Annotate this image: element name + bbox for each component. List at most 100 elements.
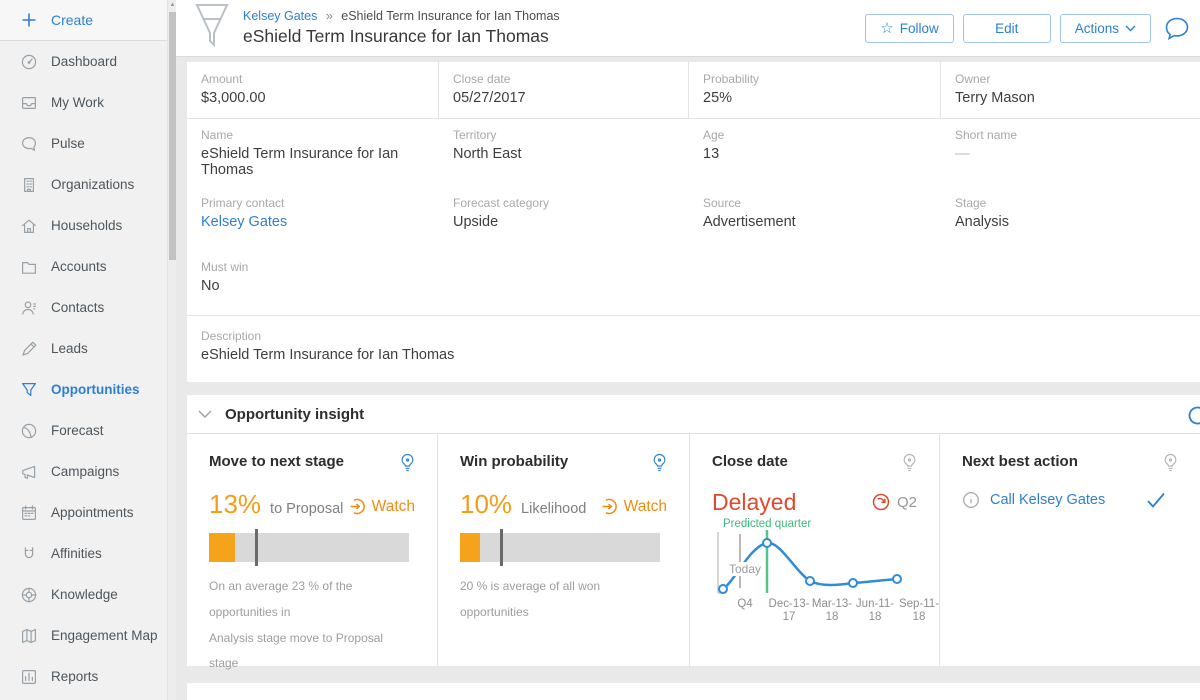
sidebar-item-contacts[interactable]: Contacts — [0, 287, 176, 328]
sidebar-item-label: Dashboard — [51, 54, 117, 69]
field-label: Name — [201, 128, 425, 142]
sidebar-item-households[interactable]: Households — [0, 205, 176, 246]
sidebar-item-organizations[interactable]: Organizations — [0, 164, 176, 205]
check-icon[interactable] — [1146, 492, 1166, 508]
field-source: SourceAdvertisement — [689, 187, 941, 239]
opportunities-icon — [20, 381, 38, 399]
sidebar-item-label: Forecast — [51, 423, 104, 438]
sidebar-item-forecast[interactable]: Forecast — [0, 410, 176, 451]
tab-leads[interactable]: Leads — [451, 683, 492, 700]
tab-sales-team[interactable]: Sales team — [726, 683, 798, 700]
field-short-name: Short name— — [941, 119, 1200, 187]
field-primary-contact: Primary contactKelsey Gates — [187, 187, 439, 239]
win-caption: 20 % is average of all won opportunities — [460, 574, 667, 626]
sidebar-item-reports[interactable]: Reports — [0, 656, 176, 697]
field-label: Age — [703, 128, 927, 142]
sidebar-item-appointments[interactable]: Appointments — [0, 492, 176, 533]
tab-close-plans[interactable]: Close plans — [519, 683, 594, 700]
lightbulb-icon[interactable] — [400, 453, 415, 478]
sidebar-item-knowledge[interactable]: Knowledge — [0, 574, 176, 615]
win-probability-label: Likelihood — [521, 501, 586, 517]
insight-title: Opportunity insight — [225, 406, 364, 423]
info-icon[interactable] — [962, 491, 980, 509]
field-value: 13 — [703, 146, 927, 162]
plus-icon — [20, 11, 38, 29]
card-title: Close date — [712, 453, 788, 470]
field-value: eShield Term Insurance for Ian Thomas — [201, 347, 1186, 363]
tab-contacts[interactable]: Contacts — [282, 683, 339, 700]
sidebar-item-accounts[interactable]: Accounts — [0, 246, 176, 287]
sidebar-item-my-work[interactable]: My Work — [0, 82, 176, 123]
sidebar-item-label: Households — [51, 218, 122, 233]
tab-attachments[interactable]: Attachments — [620, 683, 699, 700]
field-value[interactable]: Kelsey Gates — [201, 214, 425, 230]
lightbulb-icon[interactable] — [1163, 453, 1178, 478]
actions-button[interactable]: Actions — [1060, 14, 1151, 43]
tab-details[interactable]: Details — [210, 683, 255, 700]
field-row: Amount $3,000.00 Close date05/27/2017Proba… — [187, 62, 1200, 119]
scrollbar-up-arrow[interactable]: ▲ — [169, 1, 176, 9]
today-label: Today — [726, 562, 764, 576]
field-value: $3,000.00 — [201, 90, 424, 106]
sidebar-item-label: Engagement Map — [51, 628, 158, 643]
organizations-icon — [20, 176, 38, 194]
field-label: Source — [703, 196, 927, 210]
sidebar-item-dashboard[interactable]: Dashboard — [0, 41, 176, 82]
sidebar-item-label: My Work — [51, 95, 104, 110]
sidebar-item-pulse[interactable]: Pulse — [0, 123, 176, 164]
edit-button[interactable]: Edit — [963, 14, 1051, 43]
field-value: 25% — [703, 90, 926, 106]
watch-button[interactable]: Watch — [600, 497, 667, 516]
field-age: Age 13 — [689, 119, 941, 187]
insight-header: Opportunity insight — [187, 395, 1200, 434]
opportunity-funnel-icon — [194, 3, 230, 54]
sidebar-item-campaigns[interactable]: Campaigns — [0, 451, 176, 492]
create-button[interactable]: Create — [0, 0, 176, 41]
scrollbar-thumb[interactable] — [169, 12, 176, 260]
field-value: — — [955, 146, 1186, 162]
chevron-down-icon[interactable] — [198, 410, 212, 419]
contacts-icon — [20, 299, 38, 317]
sidebar-item-label: Leads — [51, 341, 88, 356]
watch-button[interactable]: Watch — [348, 497, 415, 516]
sidebar-item-leads[interactable]: Leads — [0, 328, 176, 369]
breadcrumb-link[interactable]: Kelsey Gates — [243, 9, 317, 23]
stage-caption: On an average 23 % of the opportunities … — [209, 574, 415, 677]
field-label: Description — [201, 329, 1186, 343]
field-row: Must winNo — [187, 251, 1200, 303]
refresh-icon[interactable] — [1186, 404, 1200, 432]
lightbulb-icon[interactable] — [902, 453, 917, 478]
field-label: Stage — [955, 196, 1186, 210]
insight-card-next-best-action: Next best action — [940, 434, 1200, 666]
sidebar-item-engagement-map[interactable]: Engagement Map — [0, 615, 176, 656]
knowledge-icon — [20, 586, 38, 604]
field-value: Upside — [453, 214, 675, 230]
sidebar-item-affinities[interactable]: Affinities — [0, 533, 176, 574]
close-date-status: Delayed — [712, 489, 796, 516]
affinities-icon — [20, 545, 38, 563]
sidebar: Create Dashboard My Work PulseOrganization… — [0, 0, 176, 700]
field-stage: StageAnalysis — [941, 187, 1200, 239]
main-area: Kelsey Gates » eShield Term Insurance fo… — [176, 0, 1200, 700]
sidebar-scrollbar[interactable]: ▲ — [167, 0, 176, 700]
sidebar-item-label: Reports — [51, 669, 98, 684]
field-probability: Probability25% — [689, 62, 941, 118]
tab-activities[interactable]: Activities — [367, 683, 424, 700]
field-close-date: Close date05/27/2017 — [439, 62, 689, 118]
field-label: Amount — [201, 72, 424, 86]
follow-button[interactable]: ☆ Follow — [865, 14, 953, 43]
field-value: North East — [453, 146, 675, 162]
x-tick: Sep-11-18 — [896, 598, 942, 624]
lightbulb-icon[interactable] — [652, 453, 667, 478]
page-content: Amount $3,000.00 Close date05/27/2017Proba… — [176, 57, 1200, 700]
x-tick: Dec-13-17 — [766, 598, 812, 624]
quarter-label: Q2 — [897, 494, 917, 511]
field-row: NameeShield Term Insurance for Ian Thoma… — [187, 119, 1200, 187]
card-title: Win probability — [460, 453, 568, 470]
next-best-action-link[interactable]: Call Kelsey Gates — [990, 492, 1105, 508]
field-label: Territory — [453, 128, 675, 142]
sidebar-item-opportunities[interactable]: Opportunities — [0, 369, 176, 410]
chat-bubble-icon[interactable] — [1164, 16, 1190, 41]
campaigns-icon — [20, 463, 38, 481]
appointments-icon — [20, 504, 38, 522]
